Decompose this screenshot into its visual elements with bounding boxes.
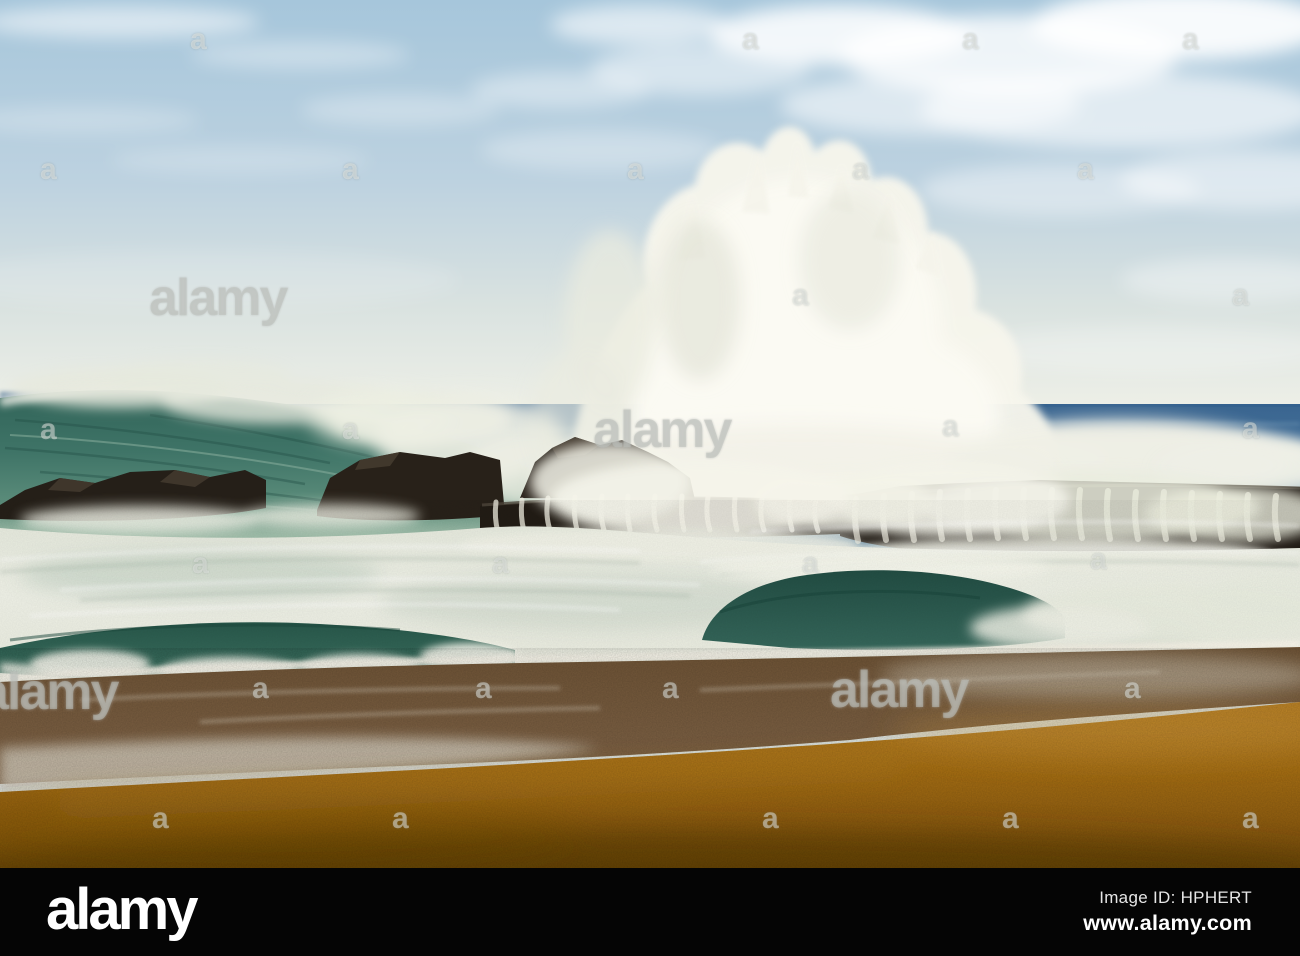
foam-grain-texture [0, 500, 1300, 650]
attribution-bar: alamy Image ID: HPHERT www.alamy.com [0, 868, 1300, 956]
image-id-label: Image ID: [1099, 888, 1176, 907]
beach-photo: a a a a a a a a a alamy a a a a alamy a … [0, 0, 1300, 868]
image-id-line: Image ID: HPHERT [1099, 888, 1252, 908]
website-url: www.alamy.com [1083, 911, 1252, 935]
image-id-value: HPHERT [1180, 888, 1252, 907]
stock-photo-page: a a a a a a a a a alamy a a a a alamy a … [0, 0, 1300, 956]
beach-scene [0, 0, 1300, 868]
alamy-logo: alamy [46, 877, 198, 942]
image-meta: Image ID: HPHERT www.alamy.com [1083, 888, 1252, 936]
sand-grain-texture [0, 648, 1300, 868]
